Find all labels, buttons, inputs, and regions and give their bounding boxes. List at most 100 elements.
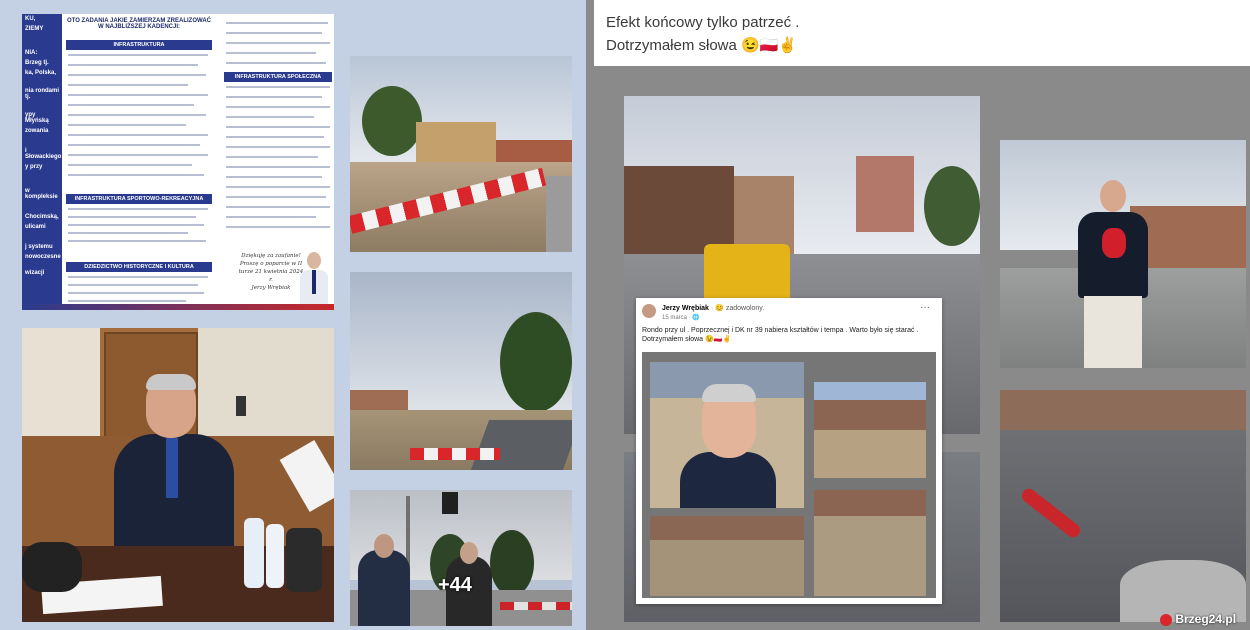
overlay xyxy=(350,490,572,626)
construction-photo-2 xyxy=(350,272,572,470)
section-heritage: DZIEDZICTWO HISTORYCZNE I KULTURA xyxy=(66,262,212,272)
divider xyxy=(226,196,326,198)
divider xyxy=(226,206,330,208)
thanks-note: Dziękuję za zaufanie! Proszę o poparcie … xyxy=(236,252,306,292)
white-trousers xyxy=(1084,296,1142,368)
divider xyxy=(226,32,322,34)
brochure-footer-band xyxy=(22,304,334,310)
jacket xyxy=(680,452,776,508)
sidebar-line: ulicami xyxy=(25,224,46,230)
divider xyxy=(68,124,186,126)
divider xyxy=(226,42,330,44)
selfie-photo[interactable] xyxy=(650,362,804,508)
divider xyxy=(226,166,330,168)
avatar[interactable] xyxy=(642,304,656,318)
divider xyxy=(226,146,330,148)
divider xyxy=(68,232,188,234)
tree xyxy=(924,166,980,246)
more-photos-count[interactable]: +44 xyxy=(438,574,472,597)
divider xyxy=(68,54,208,56)
divider xyxy=(226,176,322,178)
light-switch xyxy=(236,396,246,416)
divider xyxy=(68,300,186,302)
sidebar-line: ypy Młyńską xyxy=(25,112,49,124)
building-row xyxy=(814,490,926,516)
red-flowers xyxy=(1102,228,1126,258)
asphalt-road xyxy=(470,420,572,470)
sidebar-line: y przy xyxy=(25,164,43,170)
divider xyxy=(68,104,194,106)
divider xyxy=(226,96,322,98)
sidebar-line: wizacji xyxy=(25,270,45,276)
section-infrastructure: INFRASTRUKTURA xyxy=(66,40,212,50)
divider xyxy=(68,64,198,66)
sidebar-line: ka, Polska, xyxy=(25,70,57,76)
thermos xyxy=(286,528,322,592)
finished-road-photo xyxy=(1000,390,1246,622)
sidebar-line: ZIEMY xyxy=(25,26,44,32)
divider xyxy=(68,284,198,286)
divider xyxy=(226,106,330,108)
post-author-line: Jerzy Wrębiak · 😊 zadowolony. xyxy=(662,304,764,312)
sidebar-line: Brzeg tj. xyxy=(25,60,49,66)
street-photo: +44 xyxy=(350,490,572,626)
construction-thumb[interactable] xyxy=(650,516,804,596)
divider xyxy=(226,126,330,128)
section-social: INFRASTRUKTURA SPOŁECZNA xyxy=(224,72,332,82)
divider xyxy=(68,94,208,96)
divider xyxy=(68,208,208,210)
more-options-icon[interactable]: ··· xyxy=(920,302,930,313)
man-with-flowers-photo xyxy=(1000,140,1246,368)
post-text-line2: Dotrzymałem słowa 😉🇵🇱✌ xyxy=(606,37,798,54)
post-header: Efekt końcowy tylko patrzeć . Dotrzymałe… xyxy=(594,0,1250,66)
gray-hair xyxy=(702,384,756,402)
office-photo xyxy=(22,328,334,622)
divider xyxy=(226,186,330,188)
divider xyxy=(68,84,188,86)
sidebar-line: Chocimską, xyxy=(25,214,59,220)
construction-thumb[interactable] xyxy=(814,490,926,596)
gray-hair xyxy=(146,374,196,390)
divider xyxy=(68,74,206,76)
signature: Jerzy Wrębiak xyxy=(251,285,291,291)
divider xyxy=(226,226,330,228)
post-date[interactable]: 15 marca · 🌐 xyxy=(662,314,700,321)
tie xyxy=(312,270,316,294)
logo-mark-icon xyxy=(1160,613,1172,626)
post-author[interactable]: Jerzy Wrębiak xyxy=(662,305,709,312)
post-photo-grid[interactable] xyxy=(642,352,936,598)
water-bottle xyxy=(266,524,284,588)
sidebar-line: nowoczesne xyxy=(25,254,61,260)
construction-photo-1 xyxy=(350,56,572,252)
post-body: Rondo przy ul . Poprzecznej i DK nr 39 n… xyxy=(642,327,919,343)
sidebar-line: KU, xyxy=(25,16,36,22)
divider xyxy=(68,292,204,294)
sidebar-line: nia rondami tj. xyxy=(25,88,60,100)
construction-thumb[interactable] xyxy=(814,382,926,478)
facebook-post-card[interactable]: Jerzy Wrębiak · 😊 zadowolony. 15 marca ·… xyxy=(636,298,942,604)
divider xyxy=(68,144,200,146)
divider xyxy=(226,22,328,24)
blue-tie xyxy=(166,438,178,498)
sidebar-line: NIA: xyxy=(25,50,38,56)
divider xyxy=(68,216,196,218)
building-row xyxy=(814,400,926,430)
brzeg24-logo: Brzeg24.pl xyxy=(1160,612,1236,626)
campaign-brochure: KU, ZIEMY NIA: Brzeg tj. ka, Polska, nia… xyxy=(22,14,334,310)
tree xyxy=(500,312,572,412)
divider xyxy=(226,136,324,138)
divider xyxy=(226,86,330,88)
sidebar-line: i Słowackiego xyxy=(25,148,62,160)
brochure-heading: OTO ZADANIA JAKIE ZAMIERZAM ZREALIZOWAĆ … xyxy=(67,18,211,30)
divider xyxy=(68,154,208,156)
arm-left xyxy=(22,542,82,592)
sidebar-line: w kompleksie xyxy=(25,188,58,200)
candidate-portrait xyxy=(298,250,330,308)
section-sport: INFRASTRUKTURA SPORTOWO-REKREACYJNA xyxy=(66,194,212,204)
post-feeling: · 😊 zadowolony. xyxy=(710,305,765,312)
brochure-sidebar: KU, ZIEMY NIA: Brzeg tj. ka, Polska, nia… xyxy=(22,14,62,310)
water-bottle xyxy=(244,518,264,588)
road xyxy=(546,176,572,252)
divider xyxy=(68,114,206,116)
sidebar-line: j systemu xyxy=(25,244,53,250)
